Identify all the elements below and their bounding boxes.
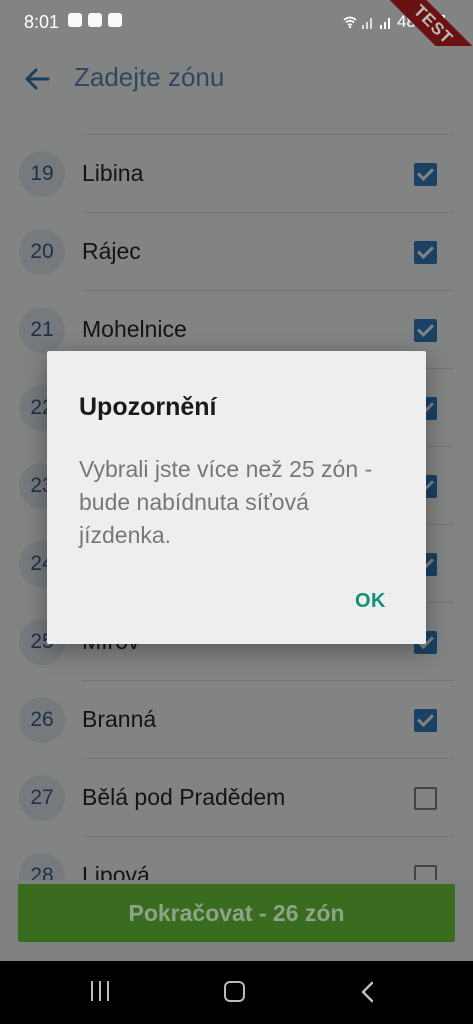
zone-name: Lipová (82, 862, 150, 880)
zone-number: 21 (19, 307, 65, 353)
list-item[interactable] (0, 112, 473, 135)
list-item[interactable]: 26 Branná (0, 681, 473, 759)
list-item[interactable]: 28 Lipová (0, 837, 473, 880)
zone-name: Branná (82, 706, 157, 732)
alert-dialog: Upozornění Vybrali jste více než 25 zón … (47, 351, 426, 644)
back-arrow-icon[interactable] (22, 64, 52, 94)
zone-number: 27 (19, 775, 65, 821)
dialog-message: Vybrali jste více než 25 zón - bude nabí… (79, 456, 373, 548)
zone-checkbox[interactable] (414, 709, 437, 732)
zone-number: 19 (19, 151, 65, 197)
ok-button[interactable]: OK (355, 590, 386, 613)
zone-name: Bělá pod Pradědem (82, 784, 286, 810)
image-icon (68, 13, 82, 27)
wifi-icon (343, 16, 357, 29)
list-item[interactable]: 27 Bělá pod Pradědem (0, 759, 473, 837)
zone-number: 26 (19, 697, 65, 743)
zone-checkbox[interactable] (414, 865, 437, 880)
list-item[interactable]: 20 Rájec (0, 213, 473, 291)
zone-checkbox[interactable] (414, 787, 437, 810)
zone-checkbox[interactable] (414, 163, 437, 186)
status-time: 8:01 (24, 12, 60, 32)
zone-name: Rájec (82, 238, 141, 264)
zone-checkbox[interactable] (414, 241, 437, 264)
notification-icons (68, 13, 122, 27)
page-title: Zadejte zónu (74, 62, 225, 92)
app-bar: Zadejte zónu (0, 46, 473, 112)
signal-icon-2 (379, 18, 390, 29)
list-item[interactable]: 19 Libina (0, 135, 473, 213)
mail-icon (108, 13, 122, 27)
home-icon[interactable] (224, 981, 245, 1002)
signal-icon (361, 18, 372, 29)
chat-icon (88, 13, 102, 27)
zone-checkbox[interactable] (414, 319, 437, 342)
back-icon[interactable] (358, 981, 378, 1003)
zone-name: Mohelnice (82, 316, 187, 342)
navigation-bar (0, 961, 473, 1024)
zone-number: 28 (19, 853, 65, 880)
continue-button[interactable]: Pokračovat - 26 zón (18, 884, 455, 942)
zone-name: Libina (82, 160, 144, 186)
recent-apps-icon[interactable] (91, 981, 109, 1001)
zone-number: 20 (19, 229, 65, 275)
dialog-title: Upozornění (79, 393, 217, 421)
